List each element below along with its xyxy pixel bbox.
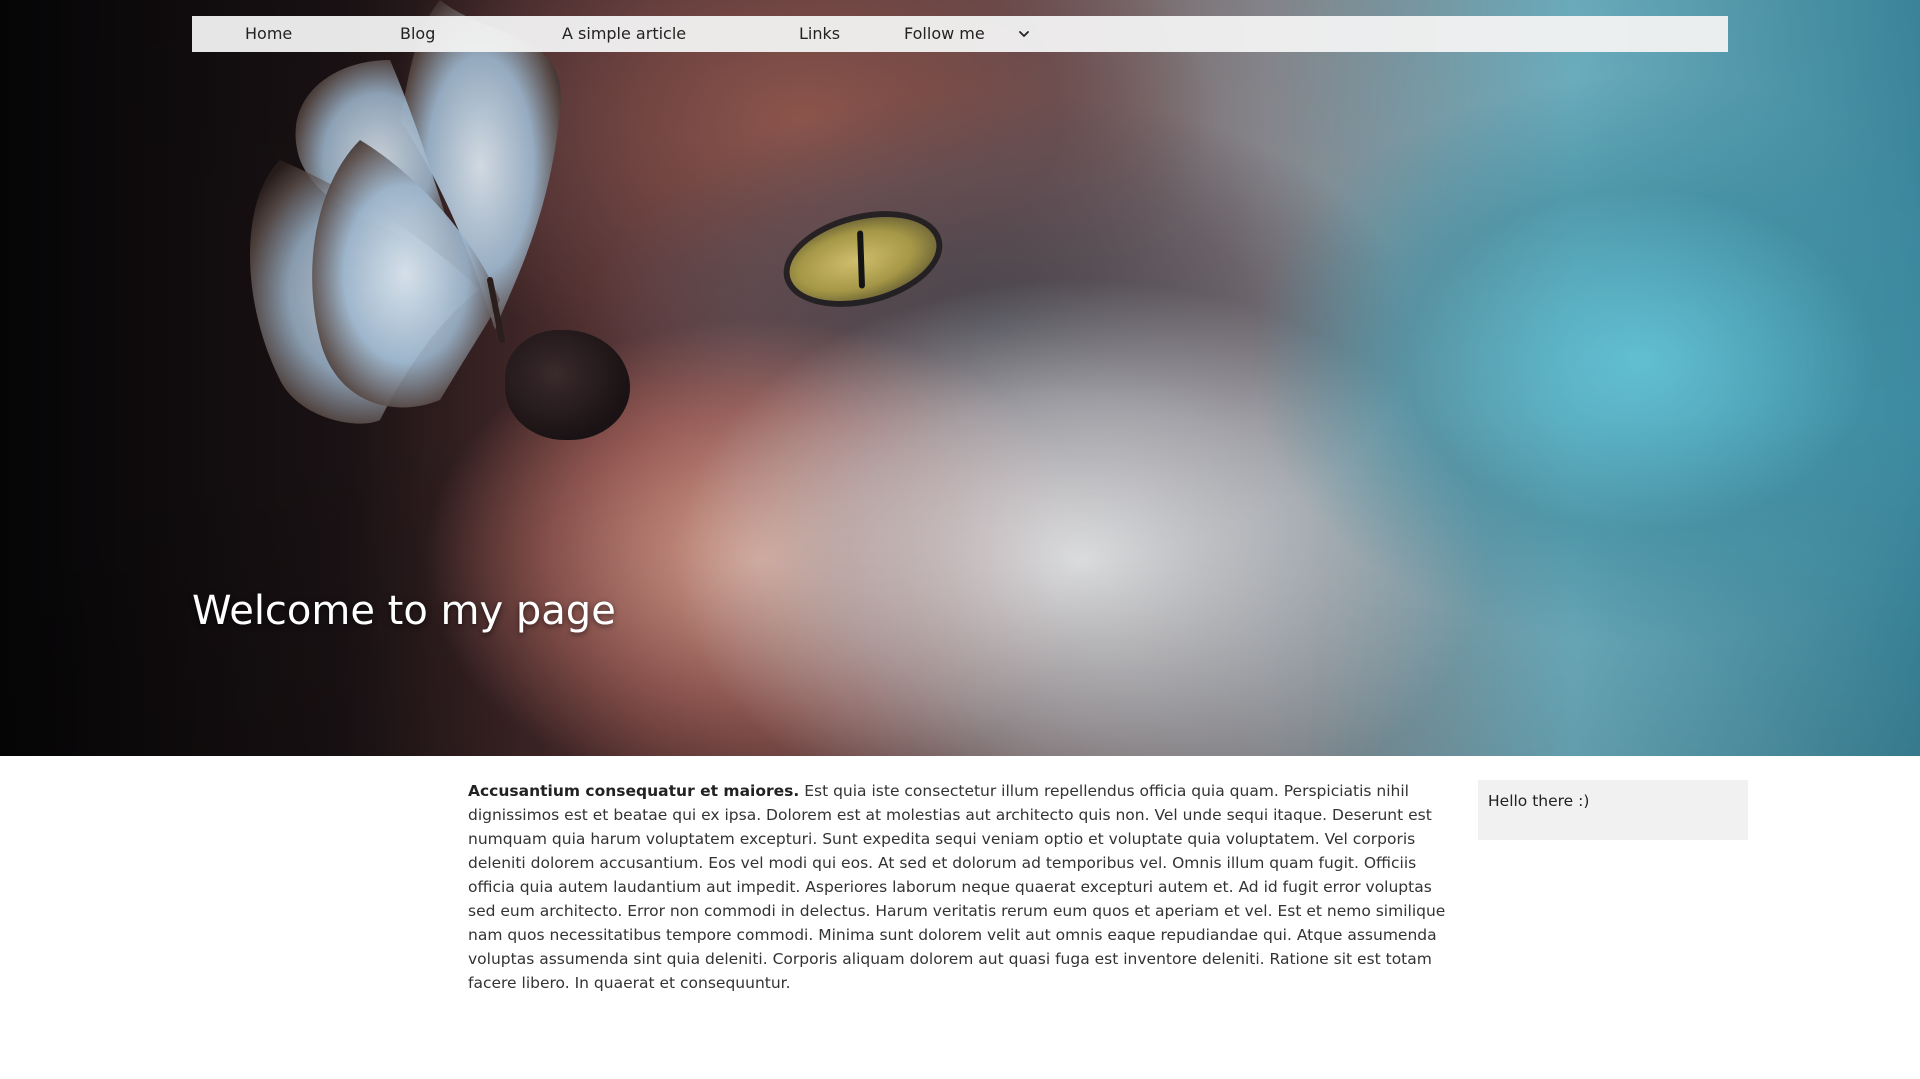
sidebar-box: Hello there :) bbox=[1478, 780, 1748, 840]
hero-banner: Welcome to my page bbox=[0, 0, 1920, 756]
top-navbar: Home Blog A simple article Links Follow … bbox=[192, 16, 1728, 52]
nav-item-blog[interactable]: Blog bbox=[400, 16, 435, 52]
article-paragraph: Accusantium consequatur et maiores. Est … bbox=[468, 779, 1451, 995]
nav-item-links[interactable]: Links bbox=[799, 16, 840, 52]
article-content: Accusantium consequatur et maiores. Est … bbox=[468, 779, 1451, 995]
page-title: Welcome to my page bbox=[192, 588, 616, 634]
butterfly-illustration bbox=[250, 0, 561, 424]
nav-item-home[interactable]: Home bbox=[245, 16, 292, 52]
cat-nose-illustration bbox=[505, 330, 630, 440]
nav-item-a-simple-article[interactable]: A simple article bbox=[562, 16, 686, 52]
nav-item-follow-me[interactable]: Follow me bbox=[904, 16, 985, 52]
article-lead: Accusantium consequatur et maiores. bbox=[468, 782, 800, 800]
chevron-down-icon[interactable] bbox=[1015, 25, 1033, 43]
article-body: Est quia iste consectetur illum repellen… bbox=[468, 782, 1446, 992]
sidebar-text: Hello there :) bbox=[1488, 792, 1590, 810]
cat-eye-illustration bbox=[780, 203, 946, 315]
